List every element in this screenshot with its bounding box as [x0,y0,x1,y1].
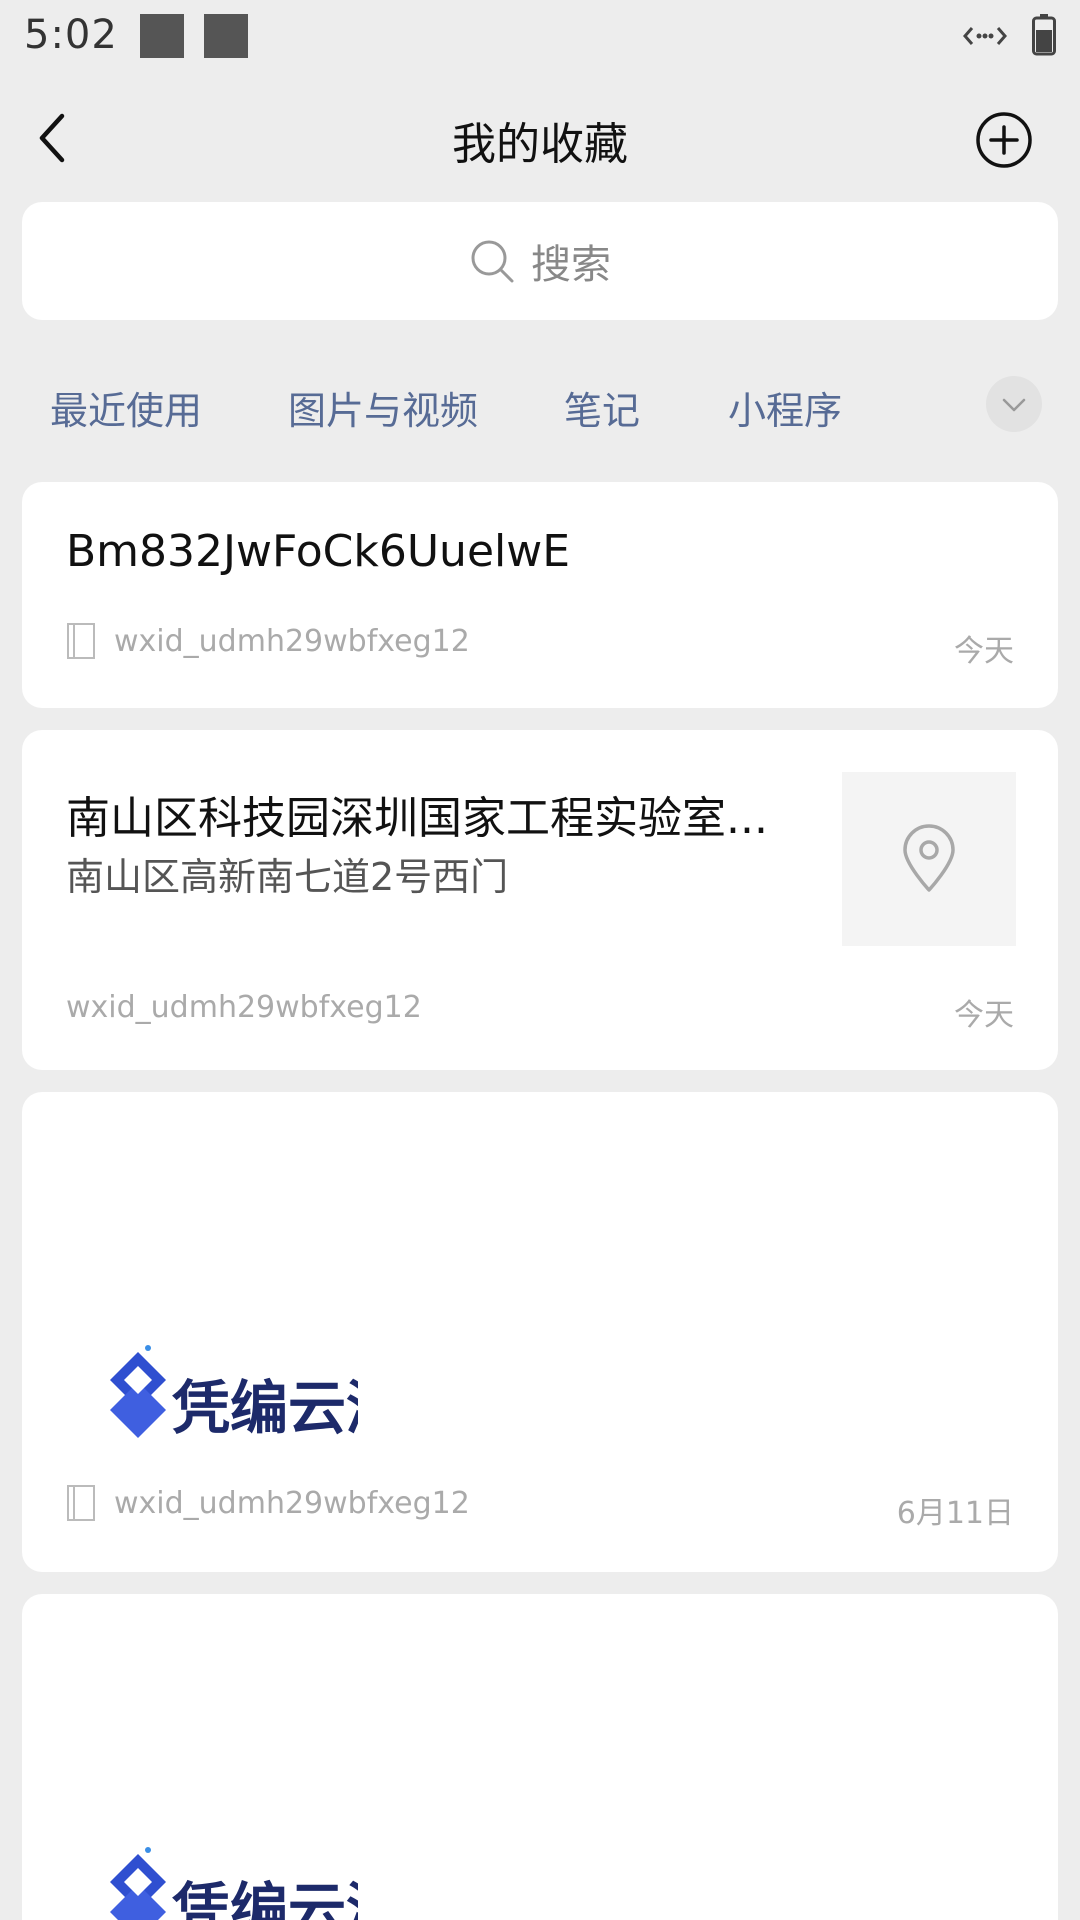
note-icon [67,1485,95,1521]
tab-mini-programs[interactable]: 小程序 [728,380,842,435]
notification-icon [140,14,184,58]
item-source: wxid_udmh29wbfxeg12 [114,1485,470,1521]
logo-text: 凭编云测 [172,1374,358,1442]
item-date: 6月11日 [896,1496,1014,1531]
company-logo-image: 凭编云测 [110,1847,358,1920]
location-title: 南山区科技园深圳国家工程实验室... [66,793,768,844]
battery-icon [1032,14,1056,56]
search-bar[interactable]: 搜索 [22,202,1058,320]
search-icon [471,240,514,283]
status-time: 5:02 [24,12,118,58]
search-placeholder: 搜索 [531,242,611,288]
item-meta: wxid_udmh29wbfxeg12 [66,1484,470,1522]
item-source: wxid_udmh29wbfxeg12 [114,623,470,659]
chevron-down-icon [1002,398,1026,412]
favorite-item[interactable]: 凭编云测 [22,1594,1058,1920]
logo-text: 凭编云测 [172,1876,358,1920]
search-inner: 搜索 [22,236,1058,288]
status-bar: 5:02 [0,0,1080,76]
item-date: 今天 [954,998,1014,1033]
favorites-screen: 5:02 我的收藏 搜索 最近使用 图片与视频 笔记 小程序 Bm832JwFo… [0,0,1080,1920]
note-icon [67,623,95,659]
tab-notes[interactable]: 笔记 [564,380,640,435]
filter-tabs: 最近使用 图片与视频 笔记 小程序 [0,370,1080,440]
item-date: 今天 [954,634,1014,669]
favorite-item[interactable]: 南山区科技园深圳国家工程实验室... 南山区高新南七道2号西门 wxid_udm… [22,730,1058,1070]
location-pin-icon [903,824,955,892]
favorite-item[interactable]: 凭编云测 wxid_udmh29wbfxeg12 6月11日 [22,1092,1058,1572]
data-transfer-icon [963,27,1007,45]
add-circle-icon[interactable] [974,110,1034,170]
page-title: 我的收藏 [452,119,628,170]
location-thumbnail [842,772,1016,946]
item-source: wxid_udmh29wbfxeg12 [66,990,422,1025]
company-logo-image: 凭编云测 [110,1345,358,1442]
location-address: 南山区高新南七道2号西门 [66,855,509,899]
item-meta: wxid_udmh29wbfxeg12 [66,990,422,1025]
favorite-item[interactable]: Bm832JwFoCk6UuelwE wxid_udmh29wbfxeg12 今… [22,482,1058,708]
item-meta: wxid_udmh29wbfxeg12 [66,622,470,660]
header: 我的收藏 [0,76,1080,200]
tab-recent[interactable]: 最近使用 [50,380,202,435]
notification-icon [204,14,248,58]
expand-tabs-button[interactable] [986,376,1042,432]
item-title: Bm832JwFoCk6UuelwE [66,526,571,577]
tab-photos-videos[interactable]: 图片与视频 [288,380,478,435]
